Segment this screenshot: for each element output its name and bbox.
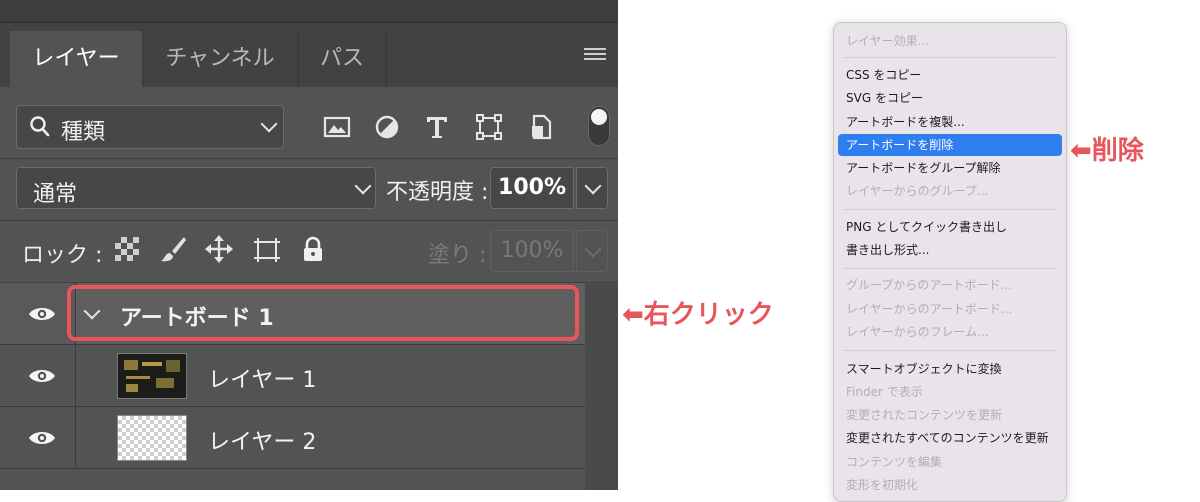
right-click-annotation: ⬅右クリック (622, 300, 774, 330)
fill-dropdown-button[interactable] (576, 230, 608, 272)
blend-mode-select[interactable]: 通常 (16, 167, 376, 209)
menu-item-copy-svg[interactable]: SVG をコピー (838, 87, 1062, 109)
tab-channels[interactable]: チャンネル (142, 31, 299, 87)
menu-item-update-modified[interactable]: 変更されたコンテンツを更新 (838, 404, 1062, 426)
smart-object-filter-icon[interactable] (526, 112, 556, 142)
delete-annotation: ⬅削除 (1070, 136, 1144, 166)
layer-name: レイヤー 2 (208, 430, 317, 455)
search-icon (30, 116, 50, 137)
image-filter-icon[interactable] (322, 112, 352, 142)
lock-transparency-icon[interactable] (112, 234, 142, 264)
menu-item-export-as[interactable]: 書き出し形式... (838, 239, 1062, 261)
adjustment-filter-icon[interactable] (372, 112, 402, 142)
eye-icon (29, 370, 55, 382)
menu-item-artboard-from-group[interactable]: グループからのアートボード... (838, 274, 1062, 296)
layer-row[interactable]: レイヤー 1 (0, 345, 585, 407)
opacity-label: 不透明度 : (386, 180, 489, 205)
lock-artboard-icon[interactable] (252, 234, 282, 264)
layers-scrollbar[interactable] (585, 284, 618, 490)
menu-item-copy-css[interactable]: CSS をコピー (838, 64, 1062, 86)
menu-item-artboard-from-layers[interactable]: レイヤーからのアートボード... (838, 298, 1062, 320)
tab-paths[interactable]: パス (298, 31, 387, 87)
menu-item-reset-transform[interactable]: 変形を初期化 (838, 474, 1062, 496)
layer-thumbnail (117, 415, 187, 461)
menu-item-frame-from-layers[interactable]: レイヤーからのフレーム... (838, 321, 1062, 343)
lock-pixels-brush-icon[interactable] (158, 234, 188, 264)
chevron-down-icon (584, 240, 602, 258)
artboard-highlight-box (67, 285, 579, 341)
menu-item-quick-export-png[interactable]: PNG としてクイック書き出し (838, 216, 1062, 238)
blend-mode-value: 通常 (33, 182, 78, 207)
menu-item-convert-smart-object[interactable]: スマートオブジェクトに変換 (838, 358, 1062, 380)
menu-item-ungroup-artboard[interactable]: アートボードをグループ解除 (838, 157, 1062, 179)
layer-name: レイヤー 1 (208, 368, 317, 393)
tab-layers[interactable]: レイヤー (10, 31, 143, 87)
chevron-down-icon (260, 115, 278, 133)
panel-menu-icon[interactable] (584, 48, 606, 63)
panel-tabs: レイヤー チャンネル パス (0, 23, 618, 87)
eye-icon (29, 308, 55, 320)
menu-item-layer-effects[interactable]: レイヤー効果... (838, 30, 1062, 52)
lock-position-move-icon[interactable] (204, 234, 234, 264)
menu-item-edit-contents[interactable]: コンテンツを編集 (838, 451, 1062, 473)
filter-toggle-switch[interactable] (588, 106, 610, 146)
menu-item-reveal-in-finder[interactable]: Finder で表示 (838, 381, 1062, 403)
visibility-toggle[interactable] (0, 345, 76, 406)
menu-item-group-from-layers[interactable]: レイヤーからのグループ... (838, 180, 1062, 202)
layers-panel: レイヤー チャンネル パス 種類 通常 不透明度: 100% ロック: 塗り… (0, 0, 618, 490)
menu-item-delete-artboard[interactable]: アートボードを削除 (838, 134, 1062, 156)
filter-value: 種類 (61, 120, 106, 145)
chevron-down-icon (354, 177, 372, 195)
opacity-dropdown-button[interactable] (576, 167, 608, 209)
menu-item-update-all-modified[interactable]: 変更されたすべてのコンテンツを更新 (838, 427, 1062, 449)
context-menu: レイヤー効果... CSS をコピー SVG をコピー アートボードを複製...… (833, 22, 1067, 502)
lock-all-icon[interactable] (298, 234, 328, 264)
visibility-toggle[interactable] (0, 407, 76, 468)
chevron-down-icon (584, 177, 602, 195)
layer-thumbnail (117, 353, 187, 399)
visibility-toggle[interactable] (0, 283, 76, 344)
fill-label: 塗り : (428, 243, 487, 268)
lock-label: ロック : (22, 243, 103, 268)
type-filter-icon[interactable] (422, 112, 452, 142)
layer-filter-select[interactable]: 種類 (16, 105, 284, 149)
eye-icon (29, 432, 55, 444)
fill-input[interactable]: 100% (490, 230, 574, 272)
panel-top-bar (0, 0, 618, 23)
menu-item-duplicate-artboard[interactable]: アートボードを複製... (838, 111, 1062, 133)
shape-filter-icon[interactable] (474, 112, 504, 142)
layer-row[interactable]: レイヤー 2 (0, 407, 585, 469)
opacity-input[interactable]: 100% (490, 167, 574, 209)
thumbnail-image-icon (124, 360, 180, 392)
